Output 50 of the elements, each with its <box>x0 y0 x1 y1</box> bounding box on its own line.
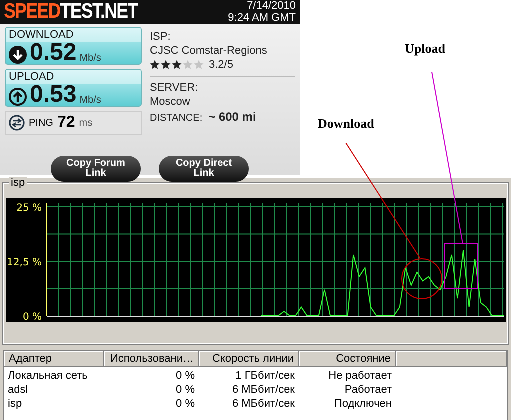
table-cell-text: Локальная сеть <box>7 369 89 383</box>
ping-value: 72 <box>57 114 76 132</box>
rating-value: 3.2/5 <box>209 59 234 71</box>
axis-label: 25 % <box>16 203 42 214</box>
table-cell-text: Подключен <box>334 397 393 411</box>
ping-unit: ms <box>79 118 93 128</box>
star-icon <box>161 60 171 70</box>
table-cell-text: isp <box>7 397 24 411</box>
result-unit: Mb/s <box>80 95 102 106</box>
result-label: UPLOAD <box>6 70 141 84</box>
server-name: Moscow <box>150 96 192 108</box>
result-value: 0.53 <box>30 84 77 106</box>
server-label: SERVER: <box>150 82 200 94</box>
table-cell-text: 0 % <box>175 397 196 411</box>
column-header[interactable]: Скорость линии <box>199 351 299 367</box>
result-value: 0.52 <box>30 42 77 64</box>
star-icon <box>172 60 182 70</box>
star-icon <box>183 60 193 70</box>
axis-label: 0 % <box>22 312 42 322</box>
table-cell-text: 0 % <box>175 369 196 383</box>
annotation-label: Download <box>318 116 374 132</box>
star-icon <box>150 60 160 70</box>
speedtest-logo: SPEEDTEST.NET <box>4 0 138 24</box>
arrow-up-icon <box>9 88 27 106</box>
ping-label: PING <box>29 118 54 128</box>
group-title: isp <box>9 177 28 189</box>
copy-link-button[interactable]: Copy Forum Link <box>51 156 141 182</box>
distance-value: ~ 600 mi <box>208 110 256 124</box>
table-cell-text: 1 ГБбит/сек <box>234 369 296 383</box>
ping-icon <box>9 115 25 131</box>
isp-label: ISP: <box>150 31 172 43</box>
copy-link-button[interactable]: Copy Direct Link <box>159 156 249 182</box>
table-cell-text: Работает <box>344 383 393 397</box>
annotation-label: Upload <box>405 41 446 57</box>
result-label: DOWNLOAD <box>6 28 141 42</box>
star-icon <box>194 60 204 70</box>
axis-label: 12,5 % <box>7 258 42 268</box>
arrow-down-icon <box>9 46 27 64</box>
column-header[interactable]: Использовани… <box>104 351 199 367</box>
result-unit: Mb/s <box>80 53 102 64</box>
distance-label: DISTANCE: <box>150 113 203 124</box>
isp-name: CJSC Comstar-Regions <box>150 45 268 57</box>
table-cell-text: 6 МБбит/сек <box>231 397 296 411</box>
table-cell-text: 6 МБбит/сек <box>231 383 296 397</box>
table-cell-text: adsl <box>7 383 30 397</box>
column-header[interactable]: Состояние <box>299 351 396 367</box>
date-time: 7/14/2010 9:24 AM GMT <box>228 0 296 24</box>
column-header[interactable]: Адаптер <box>4 351 104 367</box>
table-cell-text: Не работает <box>328 369 393 383</box>
table-cell-text: 0 % <box>175 383 196 397</box>
